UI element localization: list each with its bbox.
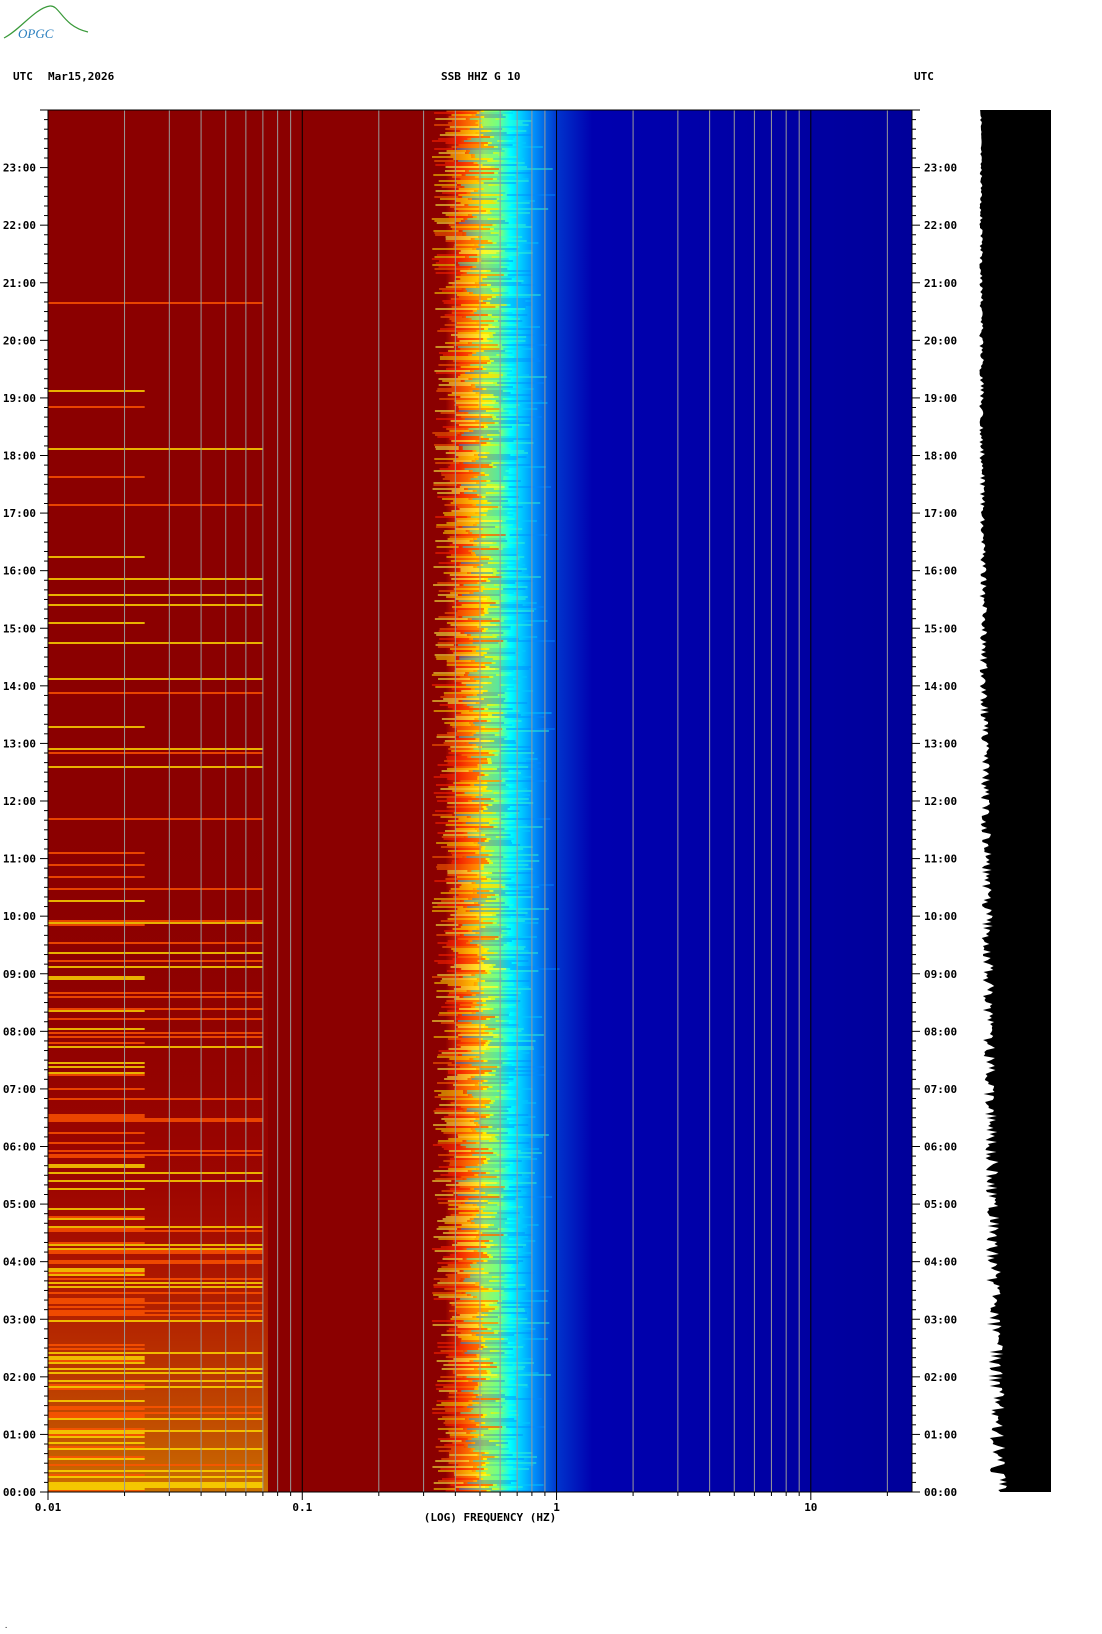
amplitude-trace-panel	[979, 110, 1051, 1492]
corner-mark: .	[4, 1622, 9, 1630]
trace-waveform	[979, 110, 1051, 1492]
amplitude-trace	[979, 110, 1051, 1492]
